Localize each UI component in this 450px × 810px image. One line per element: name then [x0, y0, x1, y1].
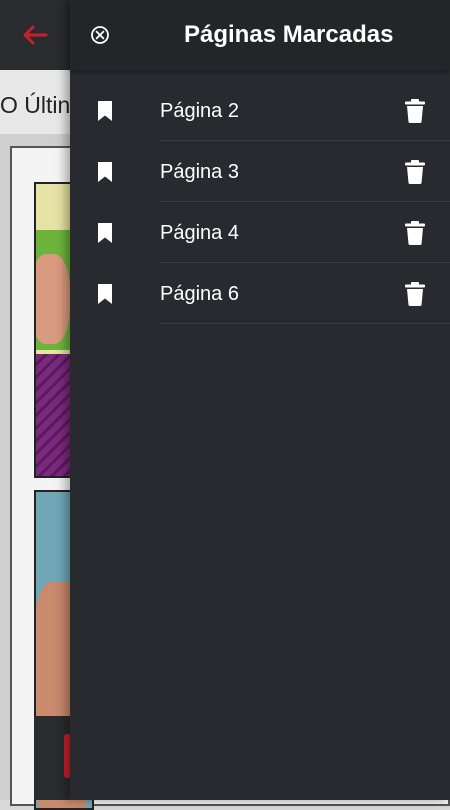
bookmark-label: Página 6 — [160, 283, 239, 305]
bookmark-item[interactable]: Página 4 — [70, 202, 450, 263]
close-circle-icon — [91, 26, 109, 44]
bookmark-icon — [98, 223, 112, 243]
divider — [160, 323, 450, 324]
bookmark-icon — [98, 284, 112, 304]
trash-icon[interactable] — [403, 281, 427, 307]
bookmark-icon — [98, 101, 112, 121]
bookmark-icon — [98, 162, 112, 182]
bookmark-item[interactable]: Página 2 — [70, 80, 450, 141]
arrow-left-icon — [23, 25, 48, 45]
bookmark-label: Página 4 — [160, 222, 239, 244]
bookmark-item[interactable]: Página 6 — [70, 263, 450, 324]
comic-title: O Últin — [0, 92, 71, 118]
bookmarks-drawer: Páginas Marcadas Página 2 Página 3 Págin… — [70, 0, 450, 800]
trash-icon[interactable] — [403, 159, 427, 185]
drawer-title: Páginas Marcadas — [184, 21, 394, 48]
bookmark-label: Página 2 — [160, 100, 239, 122]
close-drawer-button[interactable] — [88, 23, 112, 47]
bookmark-label: Página 3 — [160, 161, 239, 183]
bookmark-item[interactable]: Página 3 — [70, 141, 450, 202]
drawer-header: Páginas Marcadas — [70, 0, 450, 70]
back-button[interactable] — [18, 20, 52, 50]
trash-icon[interactable] — [403, 220, 427, 246]
bookmark-list: Página 2 Página 3 Página 4 Página 6 — [70, 80, 450, 324]
trash-icon[interactable] — [403, 98, 427, 124]
